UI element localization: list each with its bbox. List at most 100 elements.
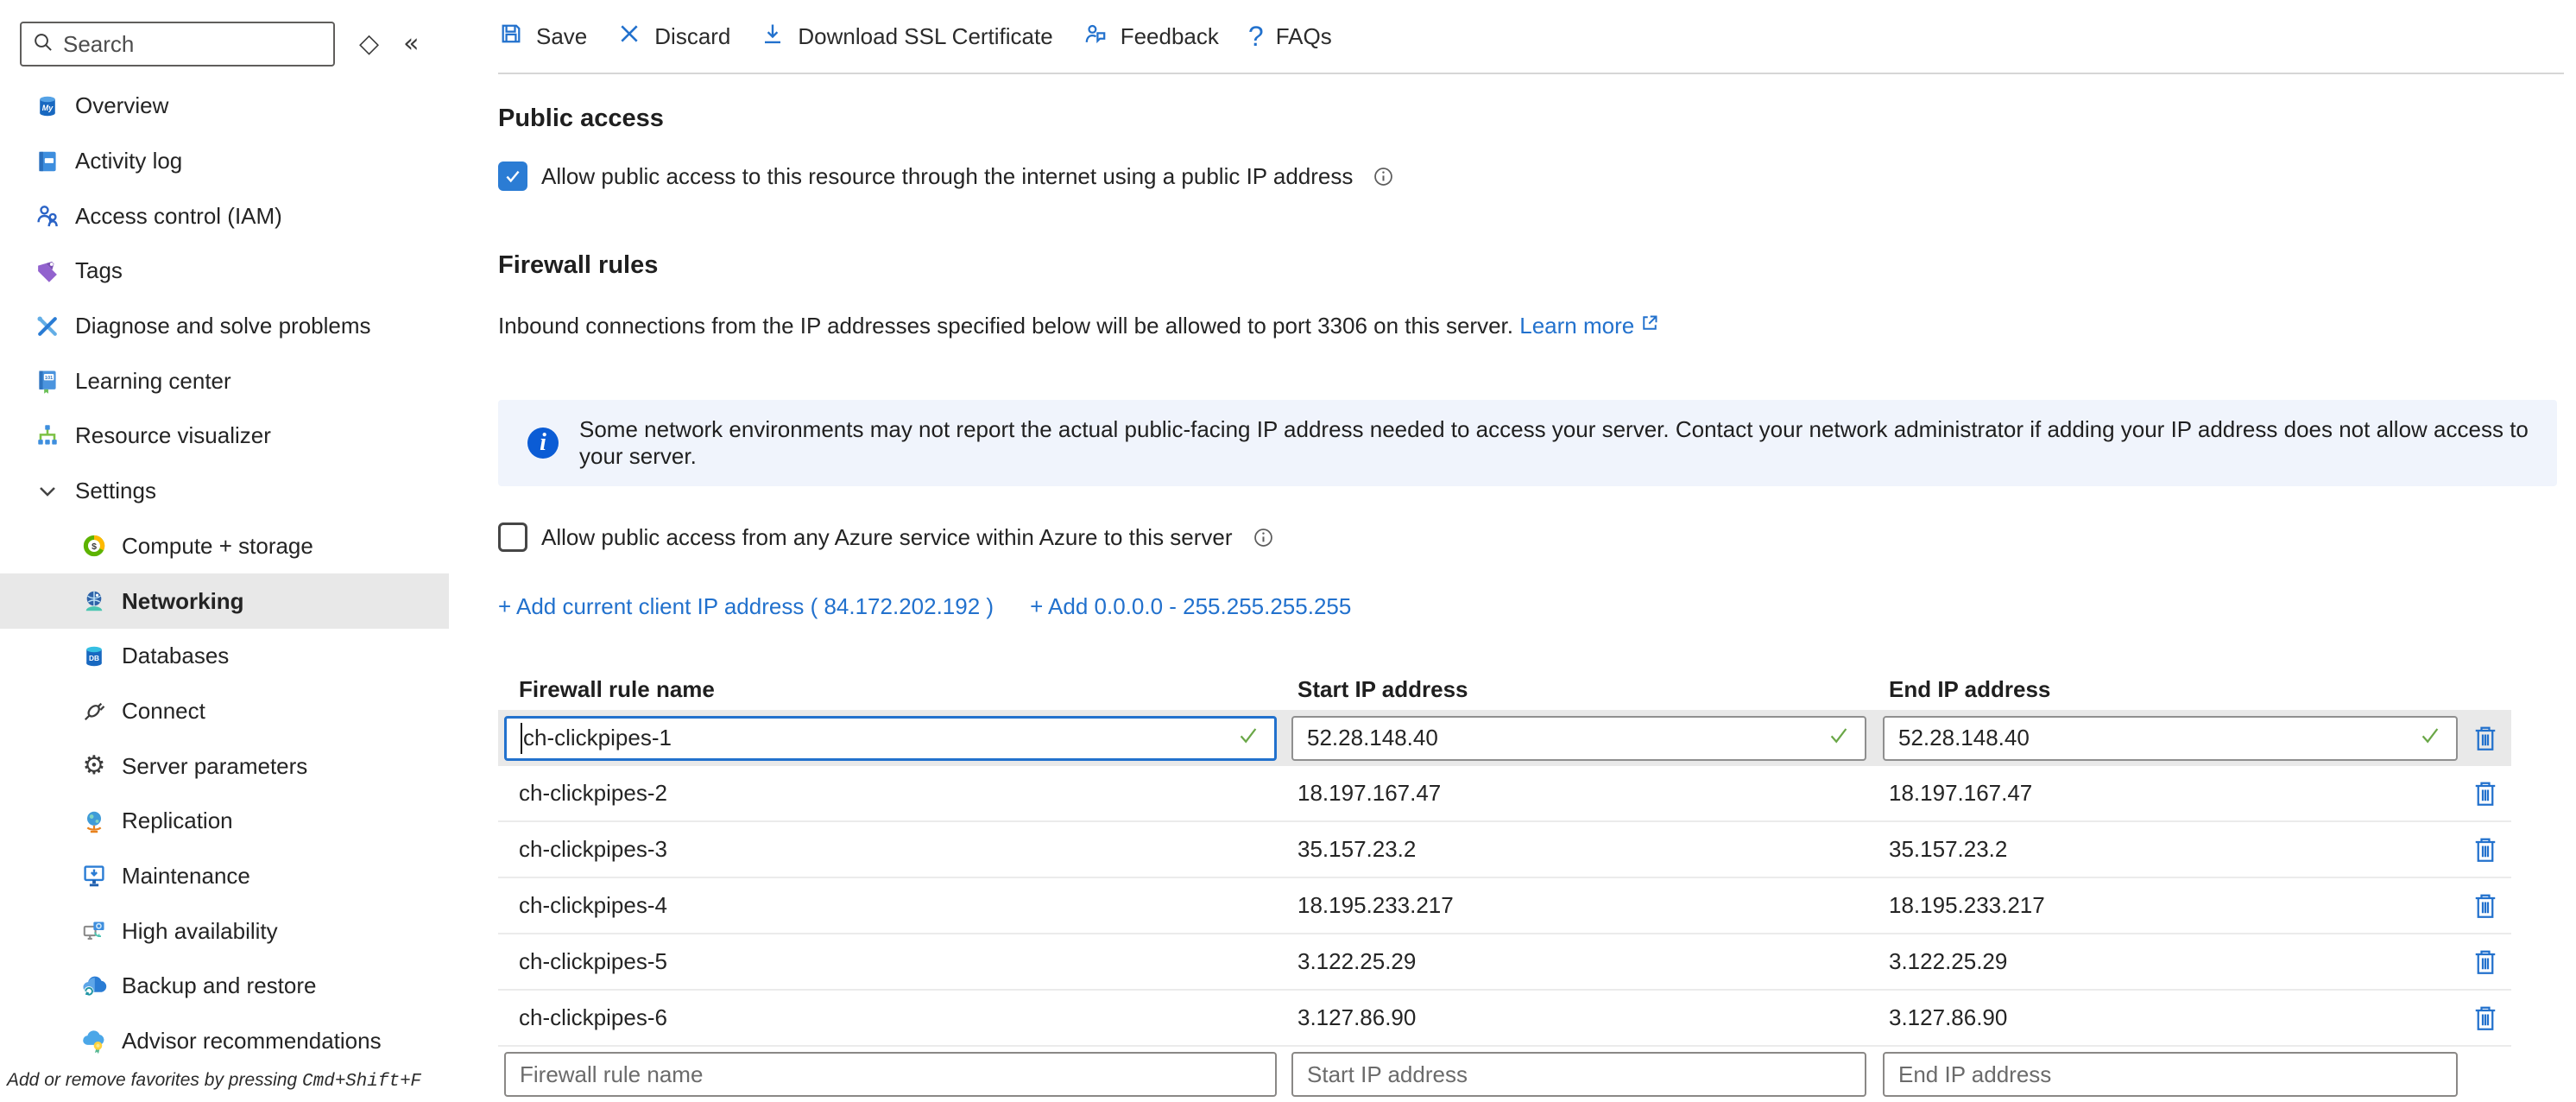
sidebar-item-label: Activity log xyxy=(75,148,182,174)
end-ip-cell: 3.127.86.90 xyxy=(1868,1004,2459,1031)
column-header-end-ip: End IP address xyxy=(1868,676,2459,703)
sidebar-item-label: Tags xyxy=(75,257,123,284)
faqs-button[interactable]: ? FAQs xyxy=(1248,22,1332,50)
learning-book-icon: 101 xyxy=(33,366,62,396)
search-icon xyxy=(32,31,54,58)
sidebar-item-advisor[interactable]: Advisor recommendations xyxy=(0,1014,449,1069)
collapse-sidebar-icon[interactable]: « xyxy=(403,31,419,57)
table-row: ch-clickpipes-5 3.122.25.29 3.122.25.29 xyxy=(498,934,2511,991)
resource-tree-icon xyxy=(33,421,62,451)
valid-check-icon xyxy=(1827,723,1851,753)
sidebar-item-compute-storage[interactable]: $ Compute + storage xyxy=(0,519,449,574)
rule-name-cell: ch-clickpipes-3 xyxy=(498,836,1277,863)
sidebar-item-label: Databases xyxy=(122,643,229,669)
sidebar-nav: My Overview Activity log Access control … xyxy=(0,79,449,1068)
external-link-icon xyxy=(1634,313,1660,339)
sidebar-item-high-availability[interactable]: High availability xyxy=(0,903,449,959)
new-end-ip-input[interactable] xyxy=(1883,1052,2458,1097)
diagnose-tools-icon xyxy=(33,312,62,341)
mysql-server-icon: My xyxy=(33,92,62,121)
table-row: ch-clickpipes-4 18.195.233.217 18.195.23… xyxy=(498,878,2511,934)
sidebar-item-access-control[interactable]: Access control (IAM) xyxy=(0,188,449,244)
delete-rule-button[interactable] xyxy=(2459,891,2511,921)
sidebar-item-maintenance[interactable]: Maintenance xyxy=(0,849,449,904)
save-button[interactable]: Save xyxy=(498,21,587,53)
add-all-ips-link[interactable]: + Add 0.0.0.0 - 255.255.255.255 xyxy=(1030,593,1351,620)
add-client-ip-link[interactable]: + Add current client IP address ( 84.172… xyxy=(498,593,994,620)
access-control-icon xyxy=(33,201,62,231)
start-ip-input[interactable]: 52.28.148.40 xyxy=(1291,716,1866,761)
sidebar-item-label: Learning center xyxy=(75,368,231,395)
sidebar-item-label: Connect xyxy=(122,698,205,725)
sidebar-item-server-parameters[interactable]: ⚙ Server parameters xyxy=(0,738,449,794)
info-icon[interactable] xyxy=(1372,165,1395,188)
faqs-label: FAQs xyxy=(1276,23,1332,50)
sidebar-item-label: High availability xyxy=(122,918,278,945)
new-rule-name-input[interactable] xyxy=(504,1052,1277,1097)
download-ssl-label: Download SSL Certificate xyxy=(798,23,1052,50)
start-ip-cell: 18.197.167.47 xyxy=(1277,780,1868,807)
sidebar-item-label: Settings xyxy=(75,478,156,504)
learn-more-link[interactable]: Learn more xyxy=(1519,313,1634,339)
sidebar-item-label: Advisor recommendations xyxy=(122,1028,382,1054)
diamond-icon[interactable]: ◇ xyxy=(359,31,379,57)
info-banner-icon: i xyxy=(527,428,559,459)
search-input[interactable] xyxy=(63,31,352,58)
sidebar-item-diagnose[interactable]: Diagnose and solve problems xyxy=(0,299,449,354)
table-row: ch-clickpipes-6 3.127.86.90 3.127.86.90 xyxy=(498,991,2511,1047)
sidebar-item-connect[interactable]: Connect xyxy=(0,684,449,739)
public-access-heading: Public access xyxy=(498,104,2557,133)
delete-rule-button[interactable] xyxy=(2459,947,2511,977)
feedback-icon xyxy=(1083,21,1108,53)
start-ip-cell: 18.195.233.217 xyxy=(1277,892,1868,919)
save-label: Save xyxy=(536,23,587,50)
discard-button[interactable]: Discard xyxy=(616,21,730,53)
plug-icon xyxy=(79,696,109,725)
end-ip-cell: 3.122.25.29 xyxy=(1868,948,2459,975)
download-icon xyxy=(760,21,786,53)
tag-icon xyxy=(33,256,62,286)
sidebar-item-label: Access control (IAM) xyxy=(75,203,282,230)
firewall-rules-heading: Firewall rules xyxy=(498,251,2557,280)
sidebar-item-replication[interactable]: Replication xyxy=(0,794,449,849)
feedback-button[interactable]: Feedback xyxy=(1083,21,1219,53)
start-ip-cell: 35.157.23.2 xyxy=(1277,836,1868,863)
public-access-checkbox-label: Allow public access to this resource thr… xyxy=(541,163,1353,190)
sidebar-item-activity-log[interactable]: Activity log xyxy=(0,134,449,189)
info-icon[interactable] xyxy=(1252,526,1275,549)
sidebar-item-tags[interactable]: Tags xyxy=(0,244,449,299)
delete-rule-button[interactable] xyxy=(2459,779,2511,808)
delete-rule-button[interactable] xyxy=(2459,1004,2511,1033)
column-header-start-ip: Start IP address xyxy=(1277,676,1868,703)
end-ip-cell: 18.195.233.217 xyxy=(1868,892,2459,919)
table-header-row: Firewall rule name Start IP address End … xyxy=(498,668,2511,710)
sidebar-item-networking[interactable]: Networking xyxy=(0,573,449,629)
firewall-rule-name-input[interactable]: ch-clickpipes-1 xyxy=(504,716,1277,761)
sidebar-item-label: Maintenance xyxy=(122,863,250,890)
sidebar-item-settings-group[interactable]: Settings xyxy=(0,464,449,519)
azure-services-checkbox[interactable] xyxy=(498,522,527,552)
public-access-checkbox[interactable] xyxy=(498,162,527,191)
sidebar-item-resource-visualizer[interactable]: Resource visualizer xyxy=(0,408,449,464)
favorites-hint: Add or remove favorites by pressing Cmd+… xyxy=(7,1070,421,1092)
sidebar-item-overview[interactable]: My Overview xyxy=(0,79,449,134)
delete-rule-button[interactable] xyxy=(2459,835,2511,864)
download-ssl-button[interactable]: Download SSL Certificate xyxy=(760,21,1052,53)
svg-text:My: My xyxy=(42,104,54,112)
info-banner: i Some network environments may not repo… xyxy=(498,400,2557,486)
valid-check-icon xyxy=(2418,723,2442,753)
delete-rule-button[interactable] xyxy=(2459,724,2511,753)
rule-name-cell: ch-clickpipes-2 xyxy=(498,780,1277,807)
sidebar-item-backup-restore[interactable]: Backup and restore xyxy=(0,959,449,1014)
sidebar-item-learning-center[interactable]: 101 Learning center xyxy=(0,353,449,408)
question-mark-icon: ? xyxy=(1248,22,1264,50)
end-ip-cell: 18.197.167.47 xyxy=(1868,780,2459,807)
save-icon xyxy=(498,21,524,53)
end-ip-input[interactable]: 52.28.148.40 xyxy=(1883,716,2458,761)
sidebar-item-label: Backup and restore xyxy=(122,972,316,999)
sidebar-search[interactable] xyxy=(20,22,335,66)
sidebar-item-databases[interactable]: DB Databases xyxy=(0,629,449,684)
new-start-ip-input[interactable] xyxy=(1291,1052,1866,1097)
firewall-description: Inbound connections from the IP addresse… xyxy=(498,313,2557,339)
rule-name-cell: ch-clickpipes-4 xyxy=(498,892,1277,919)
